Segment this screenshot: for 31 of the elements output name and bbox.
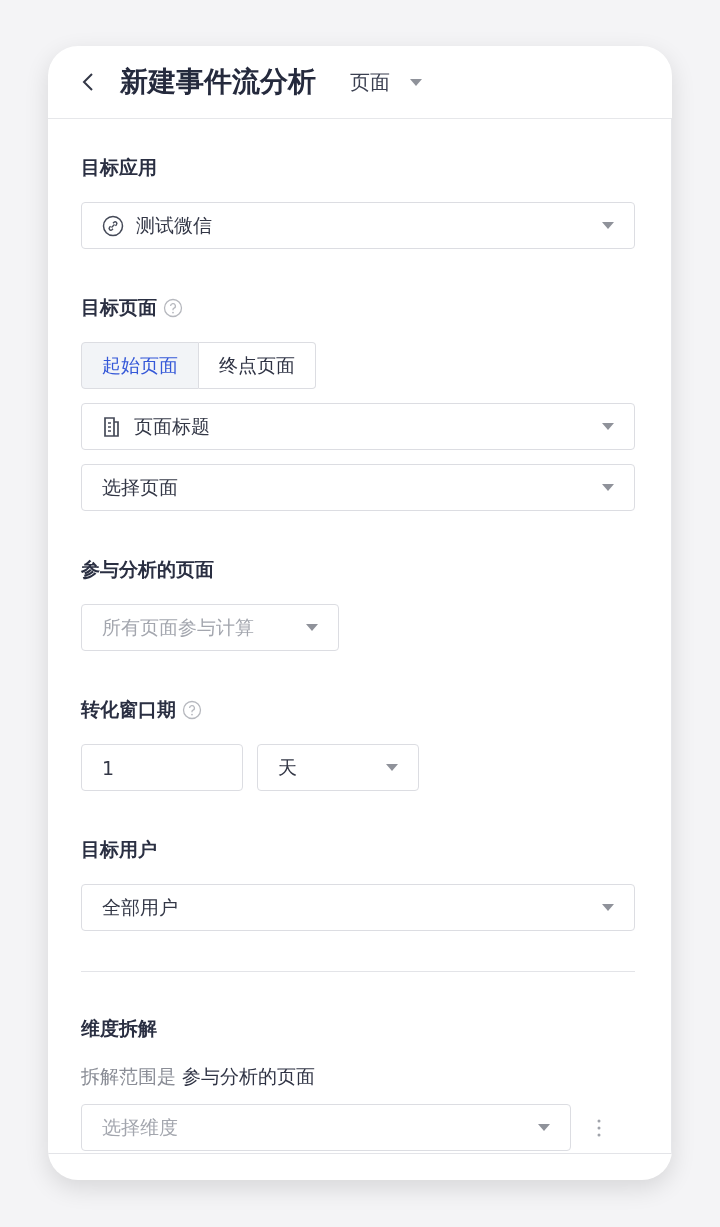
caret-icon [386, 764, 398, 771]
link-icon [102, 214, 124, 237]
help-icon[interactable] [163, 298, 183, 318]
caret-icon [602, 484, 614, 491]
breakdown-note: 拆解范围是 参与分析的页面 [81, 1064, 317, 1089]
section-label: 维度拆解 [81, 1016, 158, 1041]
caret-icon [602, 904, 614, 911]
page-title: 新建事件流分析 [120, 64, 316, 100]
caret-icon [538, 1124, 550, 1131]
section-label: 参与分析的页面 [81, 557, 214, 582]
select-field[interactable]: 页面标题 [81, 403, 635, 450]
section-label: 转化窗口期 [81, 697, 176, 722]
mode-label[interactable]: 页面 [350, 68, 390, 96]
caret-icon [602, 222, 614, 229]
caret-icon [410, 78, 422, 86]
section-label: 目标页面 [81, 295, 157, 320]
section-label: 目标用户 [81, 837, 157, 862]
section-label: 目标应用 [81, 155, 157, 180]
help-icon[interactable] [182, 700, 202, 720]
number-input[interactable]: 1 [81, 744, 243, 791]
select-field[interactable]: 选择页面 [81, 464, 635, 511]
select-field[interactable]: 天 [257, 744, 419, 791]
more-icon[interactable] [597, 1117, 601, 1138]
caret-icon [602, 423, 614, 430]
back-icon[interactable] [82, 72, 94, 92]
page-tab[interactable]: 终点页面 [199, 342, 316, 389]
select-field[interactable]: 测试微信 [81, 202, 635, 249]
select-field[interactable]: 全部用户 [81, 884, 635, 931]
document-icon [102, 415, 122, 438]
page-tab[interactable]: 起始页面 [81, 342, 199, 389]
caret-icon [306, 624, 318, 631]
